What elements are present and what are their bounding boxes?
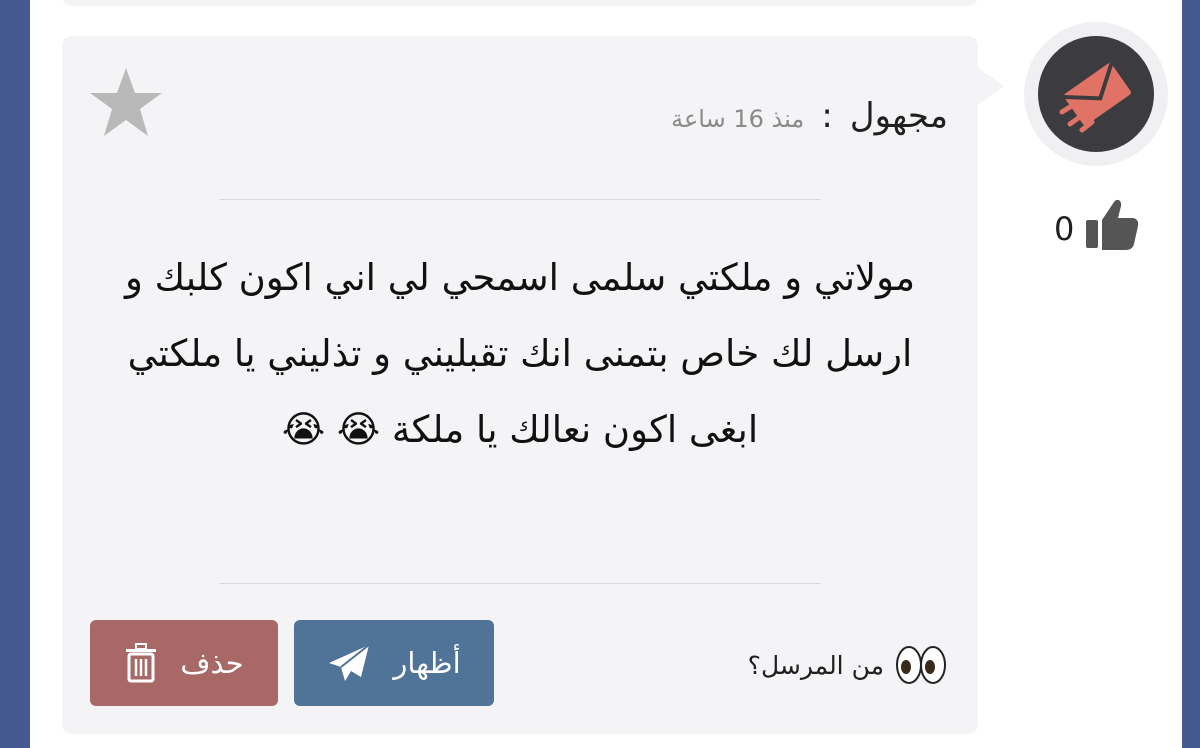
message-text: مولاتي و ملكتي سلمى اسمحي لي اني اكون كل… bbox=[124, 256, 916, 451]
message-header: مجهول : منذ 16 ساعة bbox=[671, 96, 948, 136]
show-sender-button[interactable]: أظهار bbox=[294, 620, 494, 706]
avatar-circle bbox=[1038, 36, 1154, 152]
top-divider bbox=[220, 199, 820, 200]
sender-name: مجهول bbox=[849, 96, 948, 136]
sender-question-text: من المرسل؟ bbox=[747, 650, 884, 680]
paper-plane-icon bbox=[329, 644, 370, 681]
eyes-icon bbox=[896, 646, 946, 684]
previous-message-card bbox=[62, 0, 978, 6]
star-icon[interactable] bbox=[88, 66, 164, 138]
card-pointer bbox=[976, 66, 1004, 106]
like-count: 0 bbox=[1054, 210, 1075, 248]
delete-button-label: حذف bbox=[180, 646, 244, 680]
message-timestamp: منذ 16 ساعة bbox=[671, 105, 805, 133]
avatar bbox=[1024, 22, 1168, 166]
bottom-divider bbox=[220, 583, 820, 584]
thumbs-up-icon[interactable] bbox=[1084, 196, 1140, 252]
reveal-sender-link[interactable]: من المرسل؟ bbox=[748, 644, 948, 686]
show-button-label: أظهار bbox=[393, 646, 461, 680]
envelope-icon bbox=[1059, 63, 1131, 133]
header-separator: : bbox=[821, 96, 833, 136]
delete-button[interactable]: حذف bbox=[90, 620, 278, 706]
trash-icon bbox=[126, 643, 157, 683]
like-counter[interactable]: 0 bbox=[1046, 196, 1146, 256]
